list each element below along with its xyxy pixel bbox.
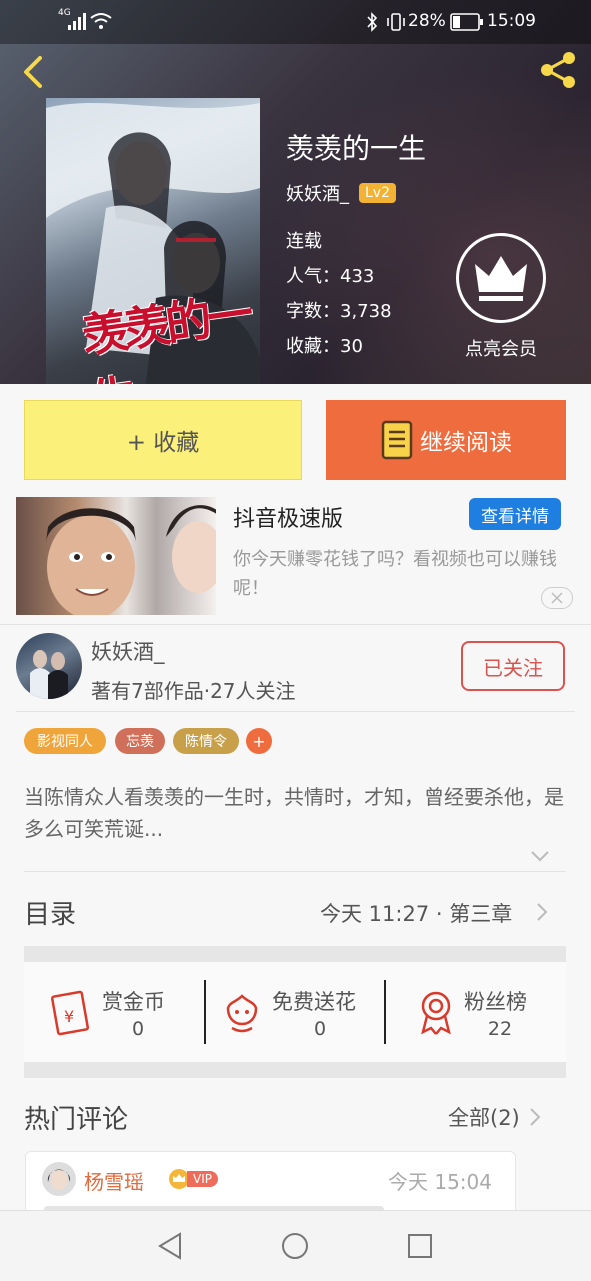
stats-panel: ¥ 赏金币 0 免费送花 0 粉丝榜 22 xyxy=(24,962,566,1062)
book-icon xyxy=(381,420,413,460)
tag-chip[interactable]: 忘羡 xyxy=(115,728,165,754)
stat-value: 0 xyxy=(313,1018,327,1040)
crown-icon xyxy=(475,256,527,301)
signal-icon xyxy=(68,13,86,30)
ad-photo xyxy=(46,505,216,615)
stat-label: 粉丝榜 xyxy=(464,990,527,1014)
close-icon xyxy=(551,592,563,604)
vip-badge: VIP xyxy=(168,1168,218,1190)
comments-heading: 热门评论 xyxy=(24,1105,129,1135)
member-label: 点亮会员 xyxy=(465,339,537,360)
book-title: 羡羡的一生 xyxy=(286,132,427,165)
stat-label: 赏金币 xyxy=(102,990,165,1014)
vibrate-icon xyxy=(387,13,405,31)
expand-synopsis-button[interactable] xyxy=(528,846,552,866)
ad-title: 抖音极速版 xyxy=(233,507,344,532)
section-separator xyxy=(24,1062,566,1078)
vip-label: VIP xyxy=(187,1171,218,1187)
battery-icon xyxy=(450,13,483,31)
ad-description: 你今天赚零花钱了吗？看视频也可以赚钱呢！ xyxy=(233,549,557,599)
clock: 15:09 xyxy=(487,11,536,31)
synopsis: 当陈情众人看羡羡的一生时，共情时，才知，曾经要杀他，是多么可笑荒诞... xyxy=(24,785,564,841)
word-count: 字数：3,738 xyxy=(286,301,392,322)
author-name[interactable]: 妖妖酒_ xyxy=(91,636,165,666)
header-author-name[interactable]: 妖妖酒_ xyxy=(286,180,349,206)
follow-label: 已关注 xyxy=(483,655,543,680)
share-button[interactable] xyxy=(536,48,580,92)
author-meta: 著有7部作品·27人关注 xyxy=(91,679,296,703)
status-bar: 4G 28% 15:09 xyxy=(0,0,591,44)
commenter-avatar[interactable] xyxy=(42,1162,76,1196)
medal-icon xyxy=(421,991,451,1035)
divider xyxy=(0,624,591,625)
tag-label: 影视同人 xyxy=(37,734,93,750)
add-tag-button[interactable]: + xyxy=(246,728,272,754)
ad-details-button[interactable]: 查看详情 xyxy=(469,498,561,530)
bluetooth-icon xyxy=(367,12,378,32)
add-tag-label: + xyxy=(252,731,266,751)
avatar-art xyxy=(30,650,68,699)
favorite-button[interactable]: + 收藏 xyxy=(24,400,302,480)
serial-status: 连载 xyxy=(286,231,322,252)
share-icon xyxy=(541,52,575,88)
nav-home-icon[interactable] xyxy=(281,1232,309,1260)
comment-time: 今天 15:04 xyxy=(388,1170,492,1194)
favorites-count: 收藏：30 xyxy=(286,336,363,357)
nav-back-icon[interactable] xyxy=(156,1231,184,1261)
battery-percent: 28% xyxy=(408,11,446,31)
tag-label: 陈情令 xyxy=(185,734,227,750)
red-envelope-icon: ¥ xyxy=(50,990,90,1036)
ad-close-button[interactable] xyxy=(541,587,573,609)
svg-text:¥: ¥ xyxy=(64,1007,74,1026)
avatar-art xyxy=(47,1169,71,1190)
wifi-icon xyxy=(90,13,112,29)
toc-label: 目录 xyxy=(24,900,77,930)
tag-label: 忘羡 xyxy=(126,734,154,750)
stat-value: 0 xyxy=(131,1018,145,1040)
send-flowers[interactable]: 免费送花 0 xyxy=(206,962,386,1062)
chevron-right-icon xyxy=(537,903,548,921)
author-avatar[interactable] xyxy=(16,633,82,699)
stat-label: 免费送花 xyxy=(272,990,356,1014)
tag-chip[interactable]: 影视同人 xyxy=(24,728,106,754)
back-arrow-icon xyxy=(24,56,42,88)
level-badge: Lv2 xyxy=(359,183,396,203)
section-separator xyxy=(24,946,566,962)
popularity: 人气：433 xyxy=(286,266,375,287)
all-comments-link[interactable]: 全部(2) xyxy=(448,1102,544,1132)
book-header: 羡羡的一生 羡羡的一生 妖妖酒_ Lv2 连载 人气：433 字数：3,738 … xyxy=(0,0,591,384)
member-crown-button[interactable] xyxy=(456,233,546,323)
ad-details-label: 查看详情 xyxy=(481,506,549,527)
divider xyxy=(16,711,575,712)
reward-coins[interactable]: ¥ 赏金币 0 xyxy=(24,962,204,1062)
favorite-label: + 收藏 xyxy=(126,430,200,456)
chevron-down-icon xyxy=(531,851,549,862)
fan-ranking[interactable]: 粉丝榜 22 xyxy=(386,962,566,1062)
flower-icon xyxy=(226,994,258,1033)
tag-chip[interactable]: 陈情令 xyxy=(173,728,239,754)
back-button[interactable] xyxy=(16,52,52,92)
system-nav-bar xyxy=(0,1210,591,1281)
continue-reading-button[interactable]: 继续阅读 xyxy=(326,400,566,480)
commenter-name[interactable]: 杨雪瑶 xyxy=(84,1166,144,1195)
continue-reading-label: 继续阅读 xyxy=(420,430,512,456)
toc-row[interactable]: 目录 今天 11:27 · 第三章 xyxy=(0,872,591,948)
stat-value: 22 xyxy=(487,1018,513,1040)
nav-recents-icon[interactable] xyxy=(407,1233,433,1259)
book-cover[interactable]: 羡羡的一生 xyxy=(46,98,260,384)
follow-button[interactable]: 已关注 xyxy=(461,641,565,691)
ad-image[interactable] xyxy=(16,497,216,615)
all-comments-label: 全部(2) xyxy=(448,1106,520,1130)
author-row: 妖妖酒_ Lv2 xyxy=(286,180,396,206)
toc-latest: 今天 11:27 · 第三章 xyxy=(320,902,513,926)
chevron-right-icon xyxy=(530,1108,541,1126)
